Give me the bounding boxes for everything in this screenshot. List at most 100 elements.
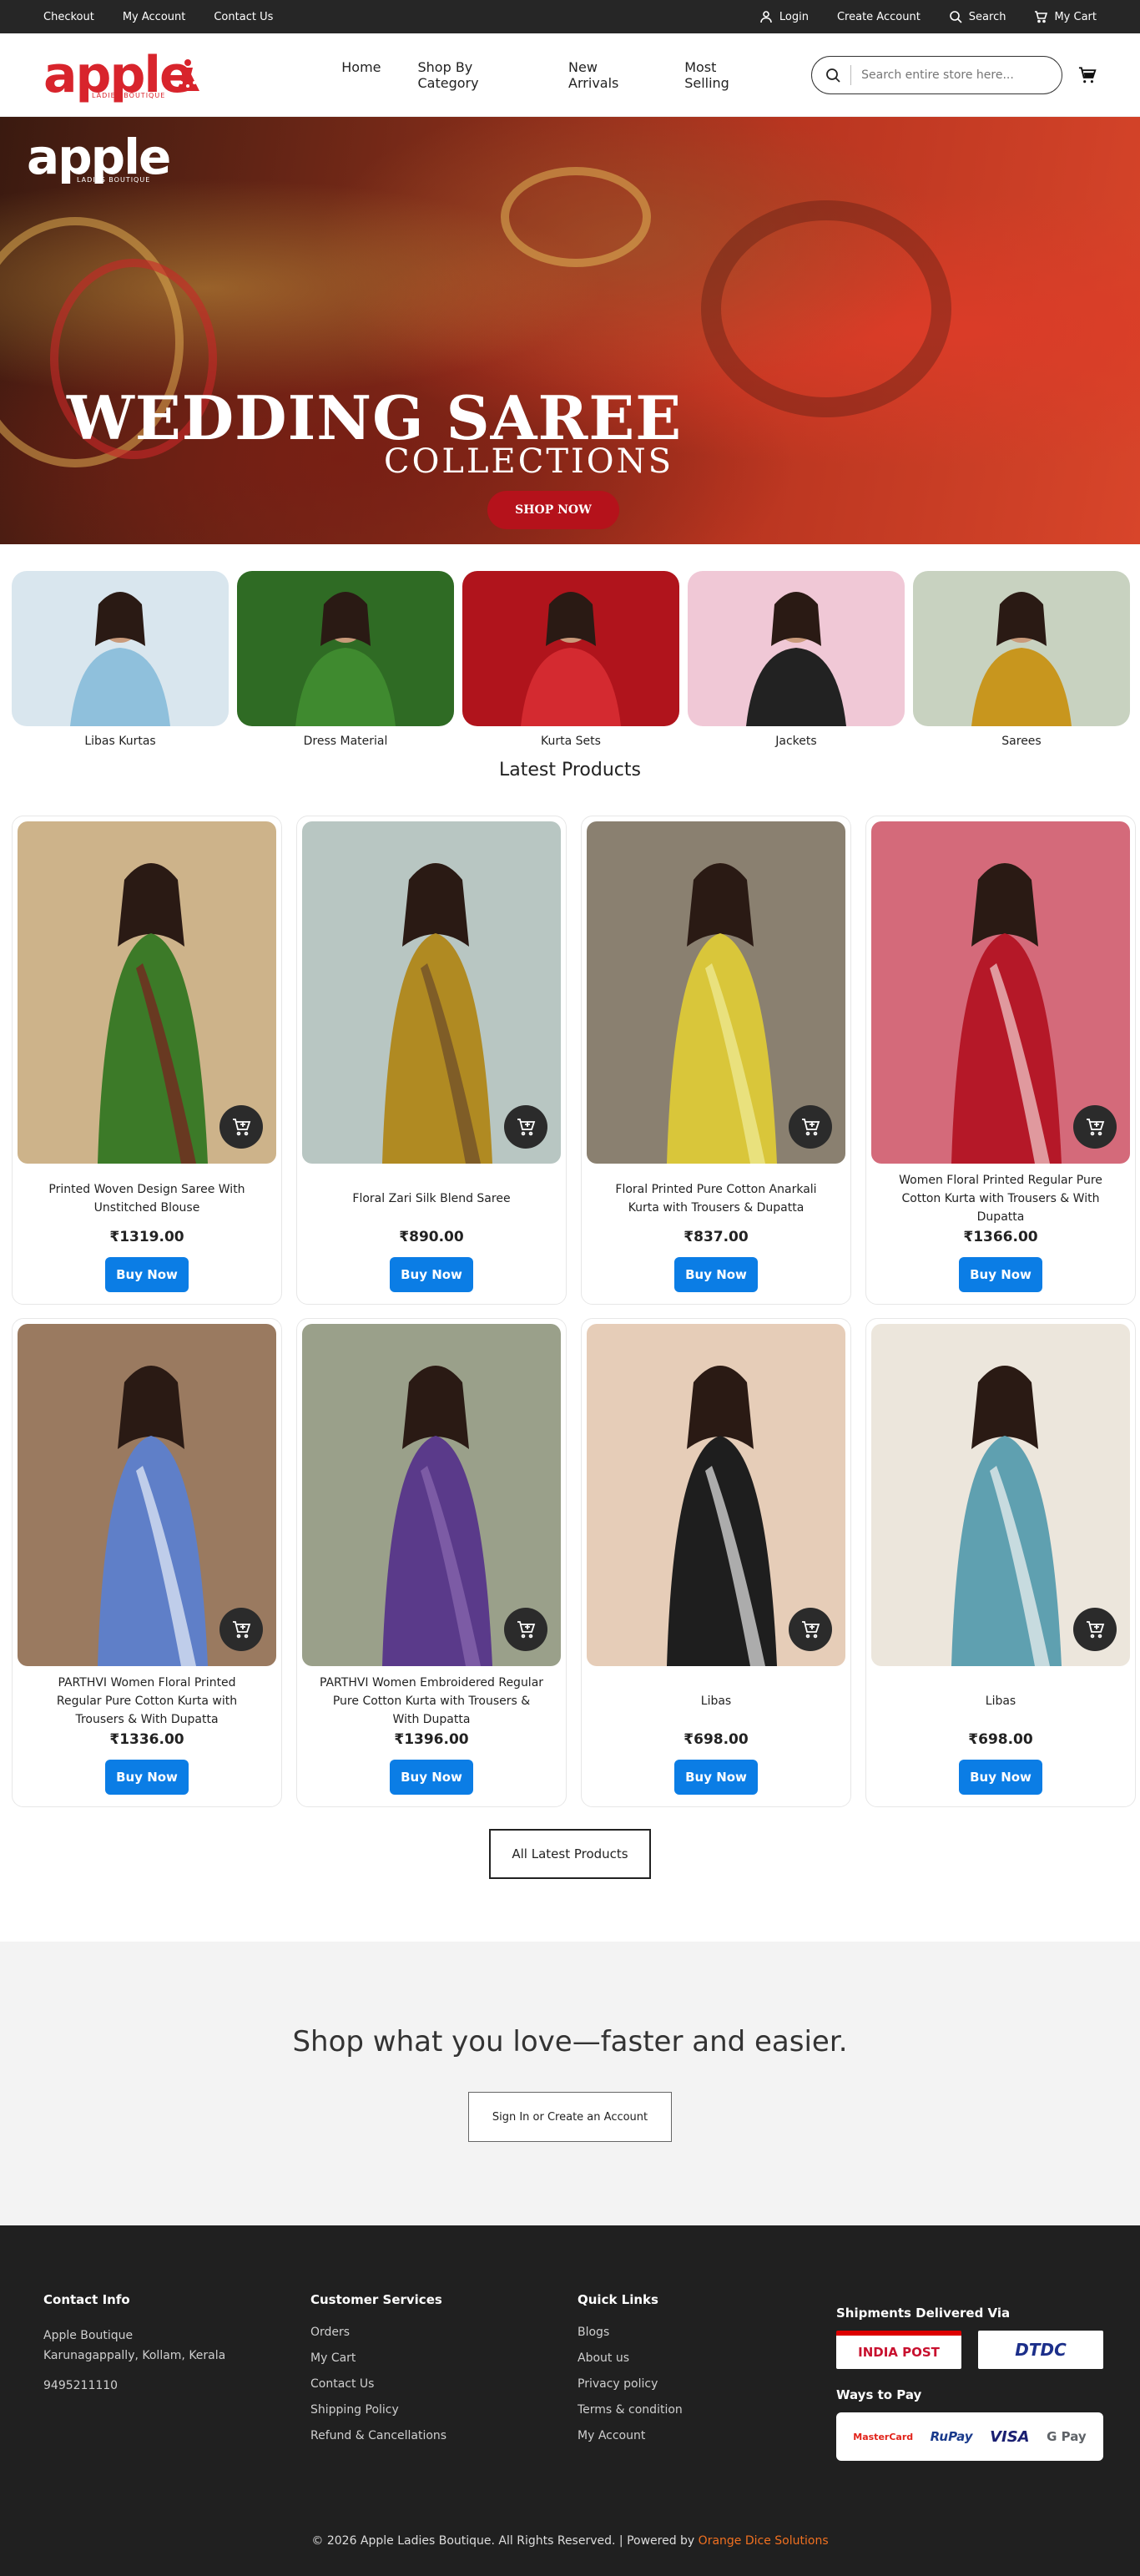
footer-services-title: Customer Services [310, 2292, 442, 2307]
product-image[interactable] [587, 1324, 845, 1666]
create-account-link[interactable]: Create Account [837, 11, 921, 23]
add-to-cart-button[interactable] [1073, 1105, 1117, 1149]
copyright: © 2026 Apple Ladies Boutique. All Rights… [0, 2534, 1140, 2548]
powered-by-link[interactable]: Orange Dice Solutions [699, 2534, 829, 2548]
add-to-cart-button[interactable] [789, 1608, 832, 1651]
nav-new-arrivals[interactable]: New Arrivals [568, 59, 648, 91]
hero-banner[interactable]: apple LADIES BOUTIQUE WEDDING SAREE COLL… [0, 117, 1140, 544]
model-photo-icon [295, 592, 396, 726]
cart-icon [1035, 11, 1048, 23]
footer-link-shipping-policy[interactable]: Shipping Policy [310, 2403, 446, 2417]
buy-now-button[interactable]: Buy Now [105, 1760, 189, 1795]
login-link[interactable]: Login [759, 10, 809, 23]
search-link[interactable]: Search [949, 10, 1006, 23]
footer-link-orders[interactable]: Orders [310, 2326, 446, 2339]
category-label[interactable]: Dress Material [237, 735, 454, 748]
category-image[interactable] [913, 571, 1130, 726]
sign-in-button[interactable]: Sign In or Create an Account [468, 2092, 672, 2142]
category-card[interactable]: Sarees [913, 571, 1130, 748]
buy-now-button[interactable]: Buy Now [674, 1257, 758, 1292]
top-bar-left: Checkout My Account Contact Us [43, 11, 273, 23]
footer-link-contact-us[interactable]: Contact Us [310, 2377, 446, 2391]
product-name[interactable]: Libas [587, 1673, 845, 1730]
footer-address: Karunagappally, Kollam, Kerala [43, 2349, 226, 2362]
product-image[interactable] [302, 821, 561, 1164]
category-image[interactable] [237, 571, 454, 726]
shipping-partners: INDIA POST DTDC [836, 2331, 1103, 2369]
category-image[interactable] [12, 571, 229, 726]
footer-link-blogs[interactable]: Blogs [578, 2326, 683, 2339]
add-to-cart-button[interactable] [219, 1105, 263, 1149]
product-card: Libas ₹698.00 Buy Now [581, 1318, 851, 1807]
product-name[interactable]: Women Floral Printed Regular Pure Cotton… [871, 1170, 1130, 1227]
footer-link-my-account[interactable]: My Account [578, 2429, 683, 2442]
model-photo-icon [746, 592, 846, 726]
product-name[interactable]: PARTHVI Women Embroidered Regular Pure C… [302, 1673, 561, 1730]
product-image[interactable] [18, 821, 276, 1164]
shipments-title: Shipments Delivered Via [836, 2306, 1011, 2321]
search-input[interactable] [861, 68, 1046, 82]
category-label[interactable]: Jackets [688, 735, 905, 748]
buy-now-button[interactable]: Buy Now [674, 1760, 758, 1795]
checkout-link[interactable]: Checkout [43, 11, 94, 23]
cta-title: Shop what you love—faster and easier. [292, 2025, 848, 2058]
nav-most-selling[interactable]: Most Selling [684, 59, 761, 91]
footer-link-terms[interactable]: Terms & condition [578, 2403, 683, 2417]
ways-to-pay-title: Ways to Pay [836, 2387, 922, 2402]
add-to-cart-button[interactable] [1073, 1608, 1117, 1651]
buy-now-button[interactable]: Buy Now [105, 1257, 189, 1292]
product-name[interactable]: PARTHVI Women Floral Printed Regular Pur… [18, 1673, 276, 1730]
category-image[interactable] [688, 571, 905, 726]
footer-link-refund[interactable]: Refund & Cancellations [310, 2429, 446, 2442]
category-label[interactable]: Sarees [913, 735, 1130, 748]
product-image[interactable] [18, 1324, 276, 1666]
category-image[interactable] [462, 571, 679, 726]
my-account-link[interactable]: My Account [123, 11, 186, 23]
nav-shop-by-category[interactable]: Shop By Category [418, 59, 532, 91]
product-name[interactable]: Floral Printed Pure Cotton Anarkali Kurt… [587, 1170, 845, 1227]
product-image[interactable] [587, 821, 845, 1164]
add-to-cart-button[interactable] [504, 1608, 547, 1651]
category-label[interactable]: Kurta Sets [462, 735, 679, 748]
search-icon [949, 11, 962, 23]
footer-link-about[interactable]: About us [578, 2351, 683, 2365]
category-label[interactable]: Libas Kurtas [12, 735, 229, 748]
add-to-cart-icon [233, 1119, 251, 1136]
category-card[interactable]: Dress Material [237, 571, 454, 748]
search-icon[interactable] [825, 68, 840, 83]
contact-us-link[interactable]: Contact Us [214, 11, 273, 23]
category-card[interactable]: Libas Kurtas [12, 571, 229, 748]
header-cart-icon[interactable] [1077, 65, 1097, 85]
product-name[interactable]: Floral Zari Silk Blend Saree [302, 1170, 561, 1227]
user-icon [760, 11, 772, 23]
product-card: Floral Printed Pure Cotton Anarkali Kurt… [581, 816, 851, 1305]
product-name[interactable]: Libas [871, 1673, 1130, 1730]
nav-home[interactable]: Home [341, 59, 381, 91]
category-card[interactable]: Kurta Sets [462, 571, 679, 748]
add-to-cart-icon [233, 1621, 251, 1639]
footer-link-privacy[interactable]: Privacy policy [578, 2377, 683, 2391]
add-to-cart-icon [517, 1119, 536, 1136]
footer-link-my-cart[interactable]: My Cart [310, 2351, 446, 2365]
buy-now-button[interactable]: Buy Now [959, 1257, 1042, 1292]
product-name[interactable]: Printed Woven Design Saree With Unstitch… [18, 1170, 276, 1227]
add-to-cart-button[interactable] [504, 1105, 547, 1149]
product-price: ₹698.00 [683, 1731, 749, 1748]
add-to-cart-button[interactable] [219, 1608, 263, 1651]
buy-now-button[interactable]: Buy Now [959, 1760, 1042, 1795]
shop-now-button[interactable]: SHOP NOW [487, 491, 619, 529]
product-image[interactable] [302, 1324, 561, 1666]
buy-now-button[interactable]: Buy Now [390, 1257, 473, 1292]
mastercard-logo: MasterCard [853, 2431, 914, 2442]
rupay-logo: RuPay [930, 2429, 973, 2444]
category-card[interactable]: Jackets [688, 571, 905, 748]
my-cart-link[interactable]: My Cart [1034, 10, 1097, 23]
add-to-cart-button[interactable] [789, 1105, 832, 1149]
footer-phone[interactable]: 9495211110 [43, 2376, 225, 2396]
site-logo[interactable]: apple LADIES BOUTIQUE [43, 46, 204, 104]
all-latest-products-button[interactable]: All Latest Products [489, 1829, 651, 1879]
product-image[interactable] [871, 821, 1130, 1164]
product-image[interactable] [871, 1324, 1130, 1666]
footer-shipping-payments: Shipments Delivered Via INDIA POST DTDC … [836, 2306, 1103, 2461]
buy-now-button[interactable]: Buy Now [390, 1760, 473, 1795]
